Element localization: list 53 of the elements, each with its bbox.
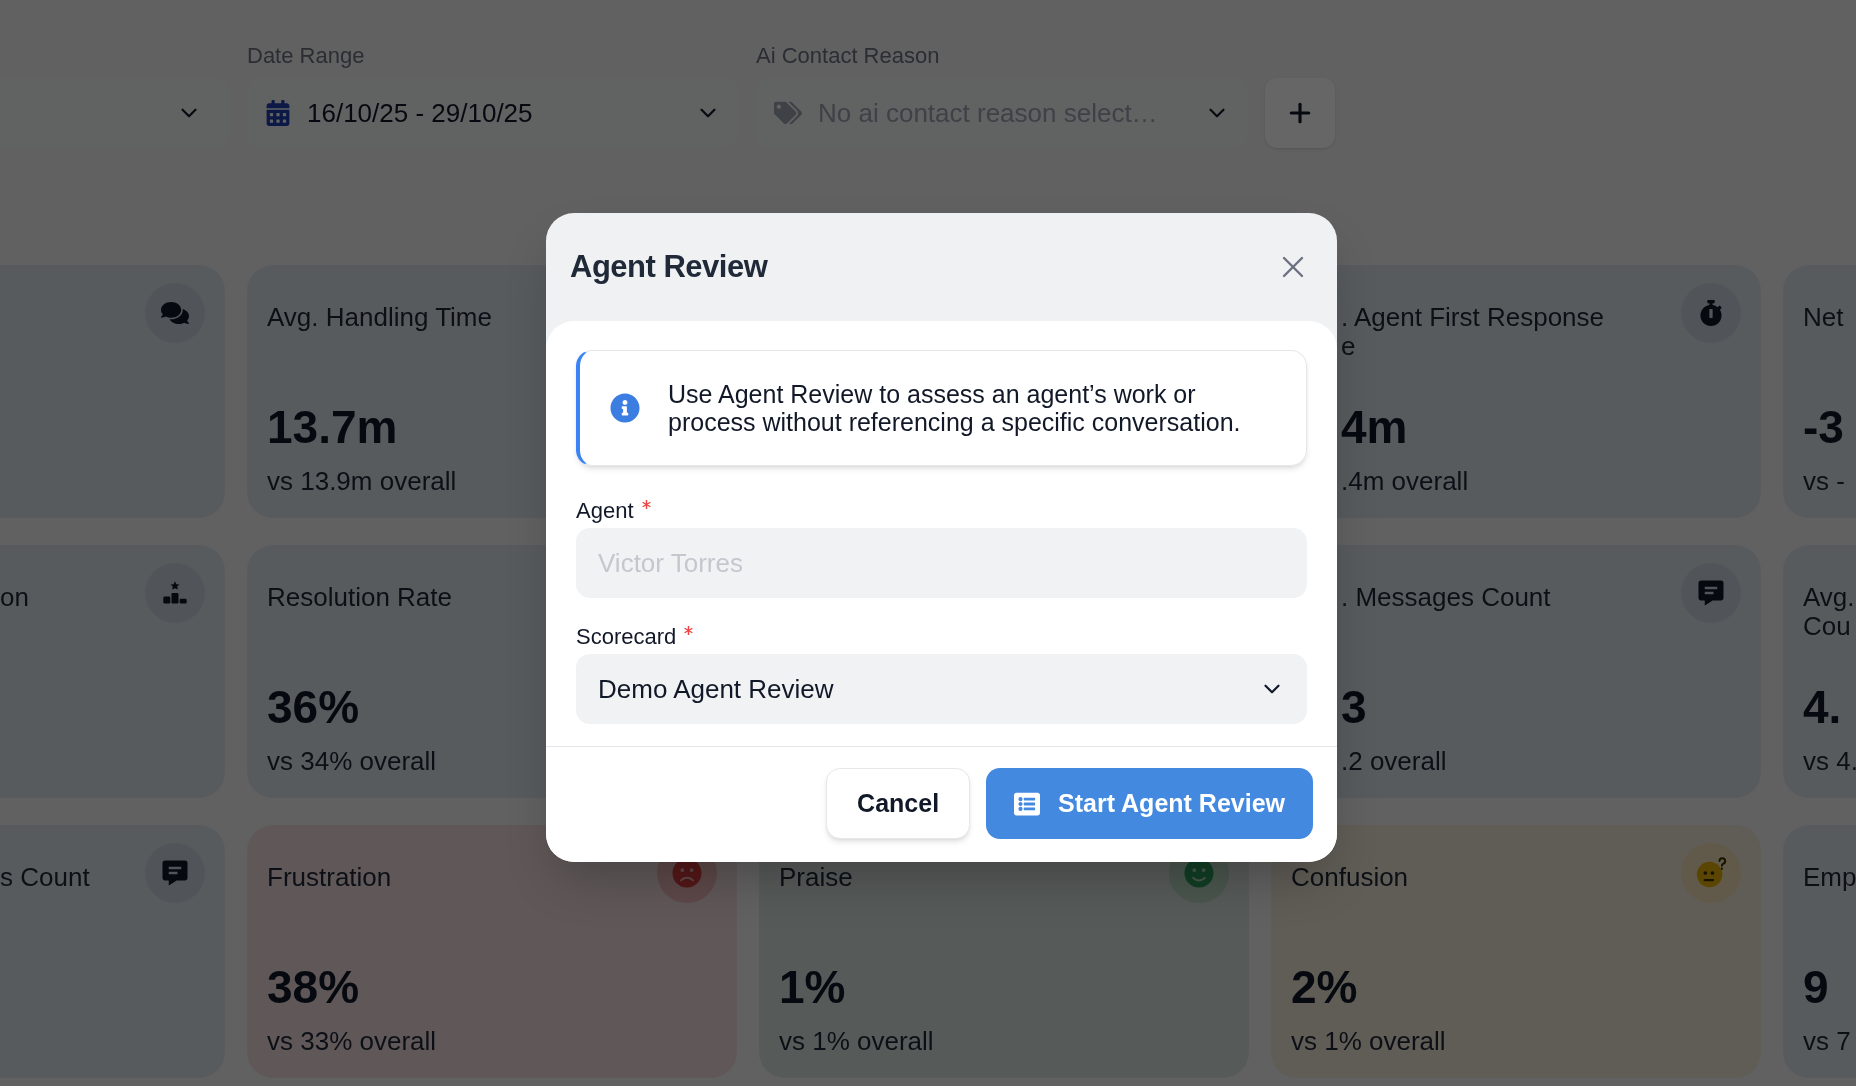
metric-title: Frustration (267, 863, 392, 892)
metric-title: s Count (0, 863, 90, 892)
metric-value: 4. (1803, 680, 1842, 734)
metric-title: Confusion (1291, 863, 1409, 892)
metric-title: Praise (779, 863, 853, 892)
metric-value: 1% (779, 960, 846, 1014)
scorecard-select[interactable]: Demo Agent Review (576, 654, 1307, 724)
metric-title: Avg. (1803, 583, 1855, 612)
start-review-button[interactable]: Start Agent Review (986, 768, 1313, 839)
info-icon (610, 393, 640, 423)
cancel-button[interactable]: Cancel (826, 768, 971, 839)
metric-value: -3 (1803, 400, 1844, 454)
confused-face-icon (1694, 856, 1728, 890)
metric-comparison: vs 4. (1803, 746, 1856, 776)
calendar-icon (265, 100, 291, 126)
metric-comparison: vs 7 (1803, 1026, 1851, 1056)
message-icon (1696, 578, 1726, 608)
metric-comparison: vs 1% overall (779, 1026, 934, 1056)
metric-value: 38% (267, 960, 360, 1014)
stopwatch-icon (1698, 300, 1724, 326)
metric-title: e (1341, 332, 1356, 361)
metric-title: Net (1803, 303, 1844, 332)
metric-title: on (0, 583, 29, 612)
field-label: Scorecard (576, 624, 677, 650)
metric-comparison: .4m overall (1341, 466, 1469, 496)
metric-value: 2% (1291, 960, 1358, 1014)
metric-value: 13.7m (267, 400, 398, 454)
metric-title: Cou (1803, 612, 1851, 641)
metric-comparison: vs - (1803, 466, 1845, 496)
add-filter-button[interactable] (1265, 78, 1335, 148)
metric-title: Emp (1803, 863, 1856, 892)
metric-title: . Agent First Response (1341, 303, 1605, 332)
list-icon (1014, 790, 1041, 817)
metric-value: 4m (1341, 400, 1408, 454)
field-label: Agent (576, 498, 634, 524)
metric-comparison: vs 33% overall (267, 1026, 437, 1056)
dialog-title: Agent Review (570, 247, 768, 286)
metric-value: 9 (1803, 960, 1829, 1014)
message-icon (160, 858, 190, 888)
podium-icon (161, 579, 189, 607)
metric-comparison: vs 1% overall (1291, 1026, 1446, 1056)
metric-title: Resolution Rate (267, 583, 452, 612)
metric-comparison: vs 13.9m overall (267, 466, 457, 496)
metric-comparison: .2 overall (1341, 746, 1447, 776)
metric-value: 36% (267, 680, 360, 734)
chat-bubbles-icon (161, 299, 189, 327)
tag-icon (774, 99, 802, 127)
notice-text: Use Agent Review to assess an agent’s work or process without referencing a specific conversation. (668, 380, 1242, 436)
metric-comparison: vs 34% overall (267, 746, 437, 776)
metric-value: 3 (1341, 680, 1367, 734)
filter-value: 16/10/25 - 29/10/25 (307, 96, 533, 130)
metric-title: Avg. Handling Time (267, 303, 492, 332)
metric-title: . Messages Count (1341, 583, 1551, 612)
